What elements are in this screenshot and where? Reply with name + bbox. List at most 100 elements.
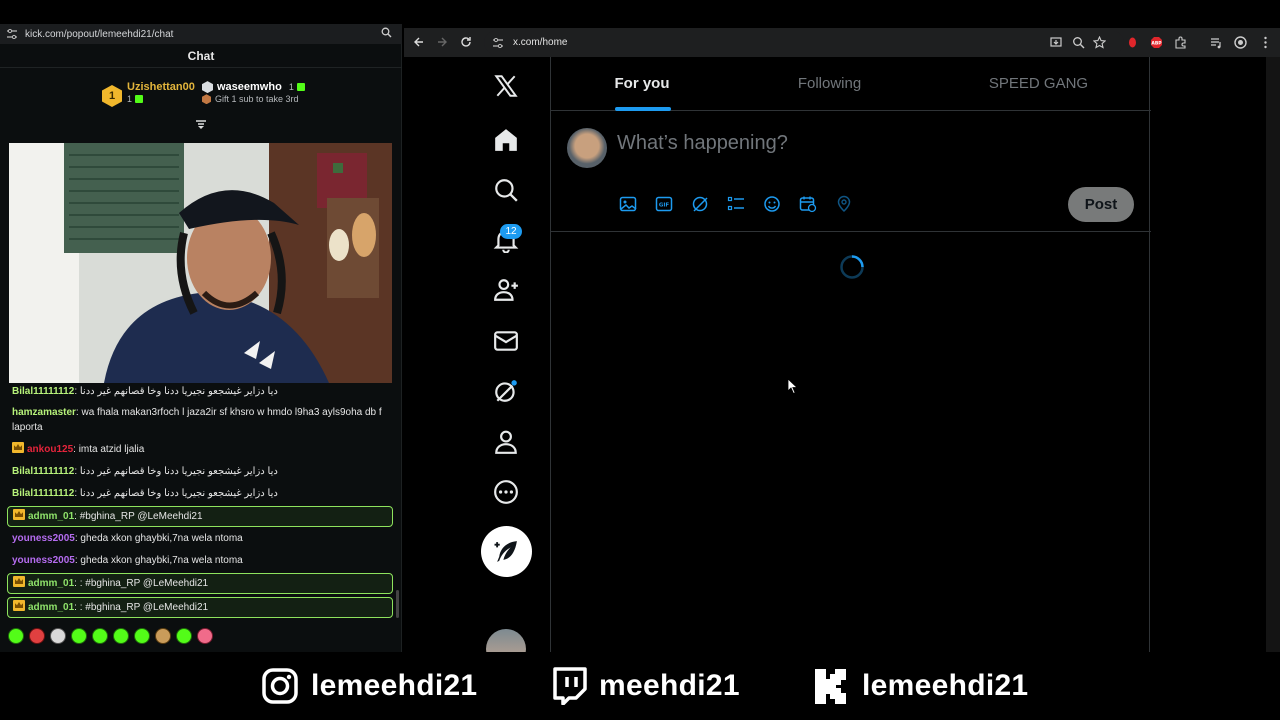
emote-picker-row: [8, 628, 213, 644]
profile-person-icon[interactable]: [493, 429, 519, 455]
chat-message[interactable]: ankou125: imta atzid ljalia: [12, 442, 386, 457]
extension-red-icon[interactable]: [1126, 36, 1139, 49]
chat-username[interactable]: admm_01: [28, 602, 74, 613]
page-scrollbar[interactable]: [1266, 57, 1280, 652]
extensions-puzzle-icon[interactable]: [1174, 36, 1187, 49]
social-handle: lemeehdi21: [311, 669, 478, 702]
chat-text: ديا دزاير غيشجعو نجيريا ددنا وخا قصانهم …: [79, 466, 278, 477]
compose-post-button[interactable]: [481, 526, 532, 577]
chat-message[interactable]: youness2005: gheda xkon ghaybki,7na wela…: [12, 531, 386, 546]
x-logo-icon[interactable]: [493, 73, 519, 99]
webcam-overlay: [9, 143, 392, 383]
poll-icon[interactable]: [727, 195, 745, 213]
zoom-icon[interactable]: [381, 27, 392, 38]
kick-icon: [815, 669, 846, 704]
emote-icon[interactable]: [29, 628, 45, 644]
chat-separator: :: [74, 533, 78, 544]
compose-input[interactable]: What’s happening?: [617, 132, 788, 155]
emote-icon[interactable]: [71, 628, 87, 644]
chat-separator: : :: [74, 578, 83, 589]
tab-speed-gang[interactable]: SPEED GANG: [926, 57, 1151, 111]
zoom-icon[interactable]: [1072, 36, 1085, 49]
chat-message-highlighted[interactable]: admm_01: #bghina_RP @LeMeehdi21: [7, 506, 393, 527]
tab-for-you[interactable]: For you: [551, 57, 733, 111]
crown-badge-icon: [13, 509, 25, 520]
chat-separator: :: [74, 466, 78, 477]
address-bar[interactable]: x.com/home: [484, 31, 1124, 54]
social-handle: lemeehdi21: [862, 669, 1029, 702]
emote-icon[interactable]: [50, 628, 66, 644]
gift-leaderboard: 1 Uzishettan00 1 waseemwho 1 Gift 1 sub …: [0, 76, 402, 116]
chat-username[interactable]: ankou125: [27, 444, 73, 455]
chat-username[interactable]: Bilal11111112: [12, 466, 74, 477]
composer-avatar[interactable]: [567, 128, 607, 168]
explore-search-icon[interactable]: [493, 177, 519, 203]
chat-message[interactable]: Bilal11111112: ديا دزاير غيشجعو نجيريا د…: [12, 486, 386, 501]
emote-icon[interactable]: [155, 628, 171, 644]
stream-socials-bar: lemeehdi21 meehdi21 lemeehdi21: [0, 652, 1280, 720]
home-icon[interactable]: [493, 127, 519, 153]
site-settings-icon[interactable]: [6, 29, 18, 39]
reload-icon[interactable]: [460, 36, 472, 48]
chat-username[interactable]: youness2005: [12, 533, 75, 544]
emoji-icon[interactable]: [763, 195, 781, 213]
chat-message[interactable]: hamzamaster: wa fhala makan3rfoch l jaza…: [12, 405, 386, 435]
chat-separator: :: [74, 555, 78, 566]
grok-compose-icon[interactable]: [691, 195, 709, 213]
timeline-tabs: For you Following SPEED GANG: [551, 57, 1151, 111]
post-button[interactable]: Post: [1068, 187, 1134, 222]
emote-icon[interactable]: [176, 628, 192, 644]
follow-people-icon[interactable]: [493, 277, 519, 303]
emote-icon[interactable]: [134, 628, 150, 644]
twitch-icon: [553, 667, 587, 705]
emote-icon[interactable]: [113, 628, 129, 644]
leaderboard-entry-1[interactable]: Uzishettan00 1: [127, 81, 195, 105]
install-app-icon[interactable]: [1050, 36, 1063, 49]
chat-message-highlighted[interactable]: admm_01: : #bghina_RP @LeMeehdi21: [7, 573, 393, 594]
chat-message[interactable]: youness2005: gheda xkon ghaybki,7na wela…: [12, 553, 386, 568]
chat-separator: : :: [74, 602, 83, 613]
more-options-icon[interactable]: [493, 479, 519, 505]
back-icon[interactable]: [413, 36, 425, 48]
emote-icon[interactable]: [197, 628, 213, 644]
adblock-extension-icon[interactable]: ABP: [1150, 36, 1163, 49]
grok-icon[interactable]: [493, 378, 519, 404]
chat-username[interactable]: hamzamaster: [12, 407, 76, 418]
emote-icon[interactable]: [92, 628, 108, 644]
leaderboard-name: Uzishettan00: [127, 81, 195, 93]
x-sidebar: 12: [404, 57, 550, 669]
gold-medal-icon: 1: [102, 85, 122, 107]
media-queue-icon[interactable]: [1210, 36, 1223, 49]
tab-following[interactable]: Following: [733, 57, 926, 111]
chat-message[interactable]: Bilal11111112: ديا دزاير غيشجعو نجيريا د…: [12, 464, 386, 479]
media-image-icon[interactable]: [619, 195, 637, 213]
collapse-leaderboard-icon[interactable]: [195, 120, 207, 130]
emote-icon[interactable]: [8, 628, 24, 644]
bronze-medal-icon: [202, 94, 211, 105]
browser-menu-icon[interactable]: [1259, 36, 1272, 49]
chat-separator: :: [74, 511, 77, 522]
bookmark-star-icon[interactable]: [1093, 36, 1106, 49]
chat-text: #bghina_RP @LeMeehdi21: [85, 602, 209, 613]
kick-chat-window: kick.com/popout/lemeehdi21/chat Chat 1 U…: [0, 24, 402, 652]
chat-username[interactable]: Bilal11111112: [12, 488, 74, 499]
chat-scrollbar[interactable]: [396, 590, 399, 618]
forward-icon[interactable]: [436, 36, 448, 48]
schedule-icon[interactable]: [799, 195, 817, 213]
chat-message[interactable]: Bilal11111112: ديا دزاير غيشجعو نجيريا د…: [12, 384, 386, 399]
crown-badge-icon: [13, 600, 25, 611]
chat-username[interactable]: admm_01: [28, 511, 74, 522]
profile-icon[interactable]: [1234, 36, 1247, 49]
gift-gem-icon: [135, 95, 144, 104]
chat-username[interactable]: admm_01: [28, 578, 74, 589]
leaderboard-count: 1: [288, 82, 294, 92]
site-settings-icon[interactable]: [492, 37, 504, 48]
gif-icon[interactable]: GIF: [655, 195, 673, 213]
chat-username[interactable]: youness2005: [12, 555, 75, 566]
messages-mail-icon[interactable]: [493, 328, 519, 354]
chat-message-highlighted[interactable]: admm_01: : #bghina_RP @LeMeehdi21: [7, 597, 393, 618]
location-pin-icon[interactable]: [835, 195, 853, 213]
chat-username[interactable]: Bilal11111112: [12, 386, 74, 397]
chat-text: imta atzid ljalia: [78, 444, 145, 455]
leaderboard-entry-2[interactable]: waseemwho 1 Gift 1 sub to take 3rd: [202, 81, 305, 105]
